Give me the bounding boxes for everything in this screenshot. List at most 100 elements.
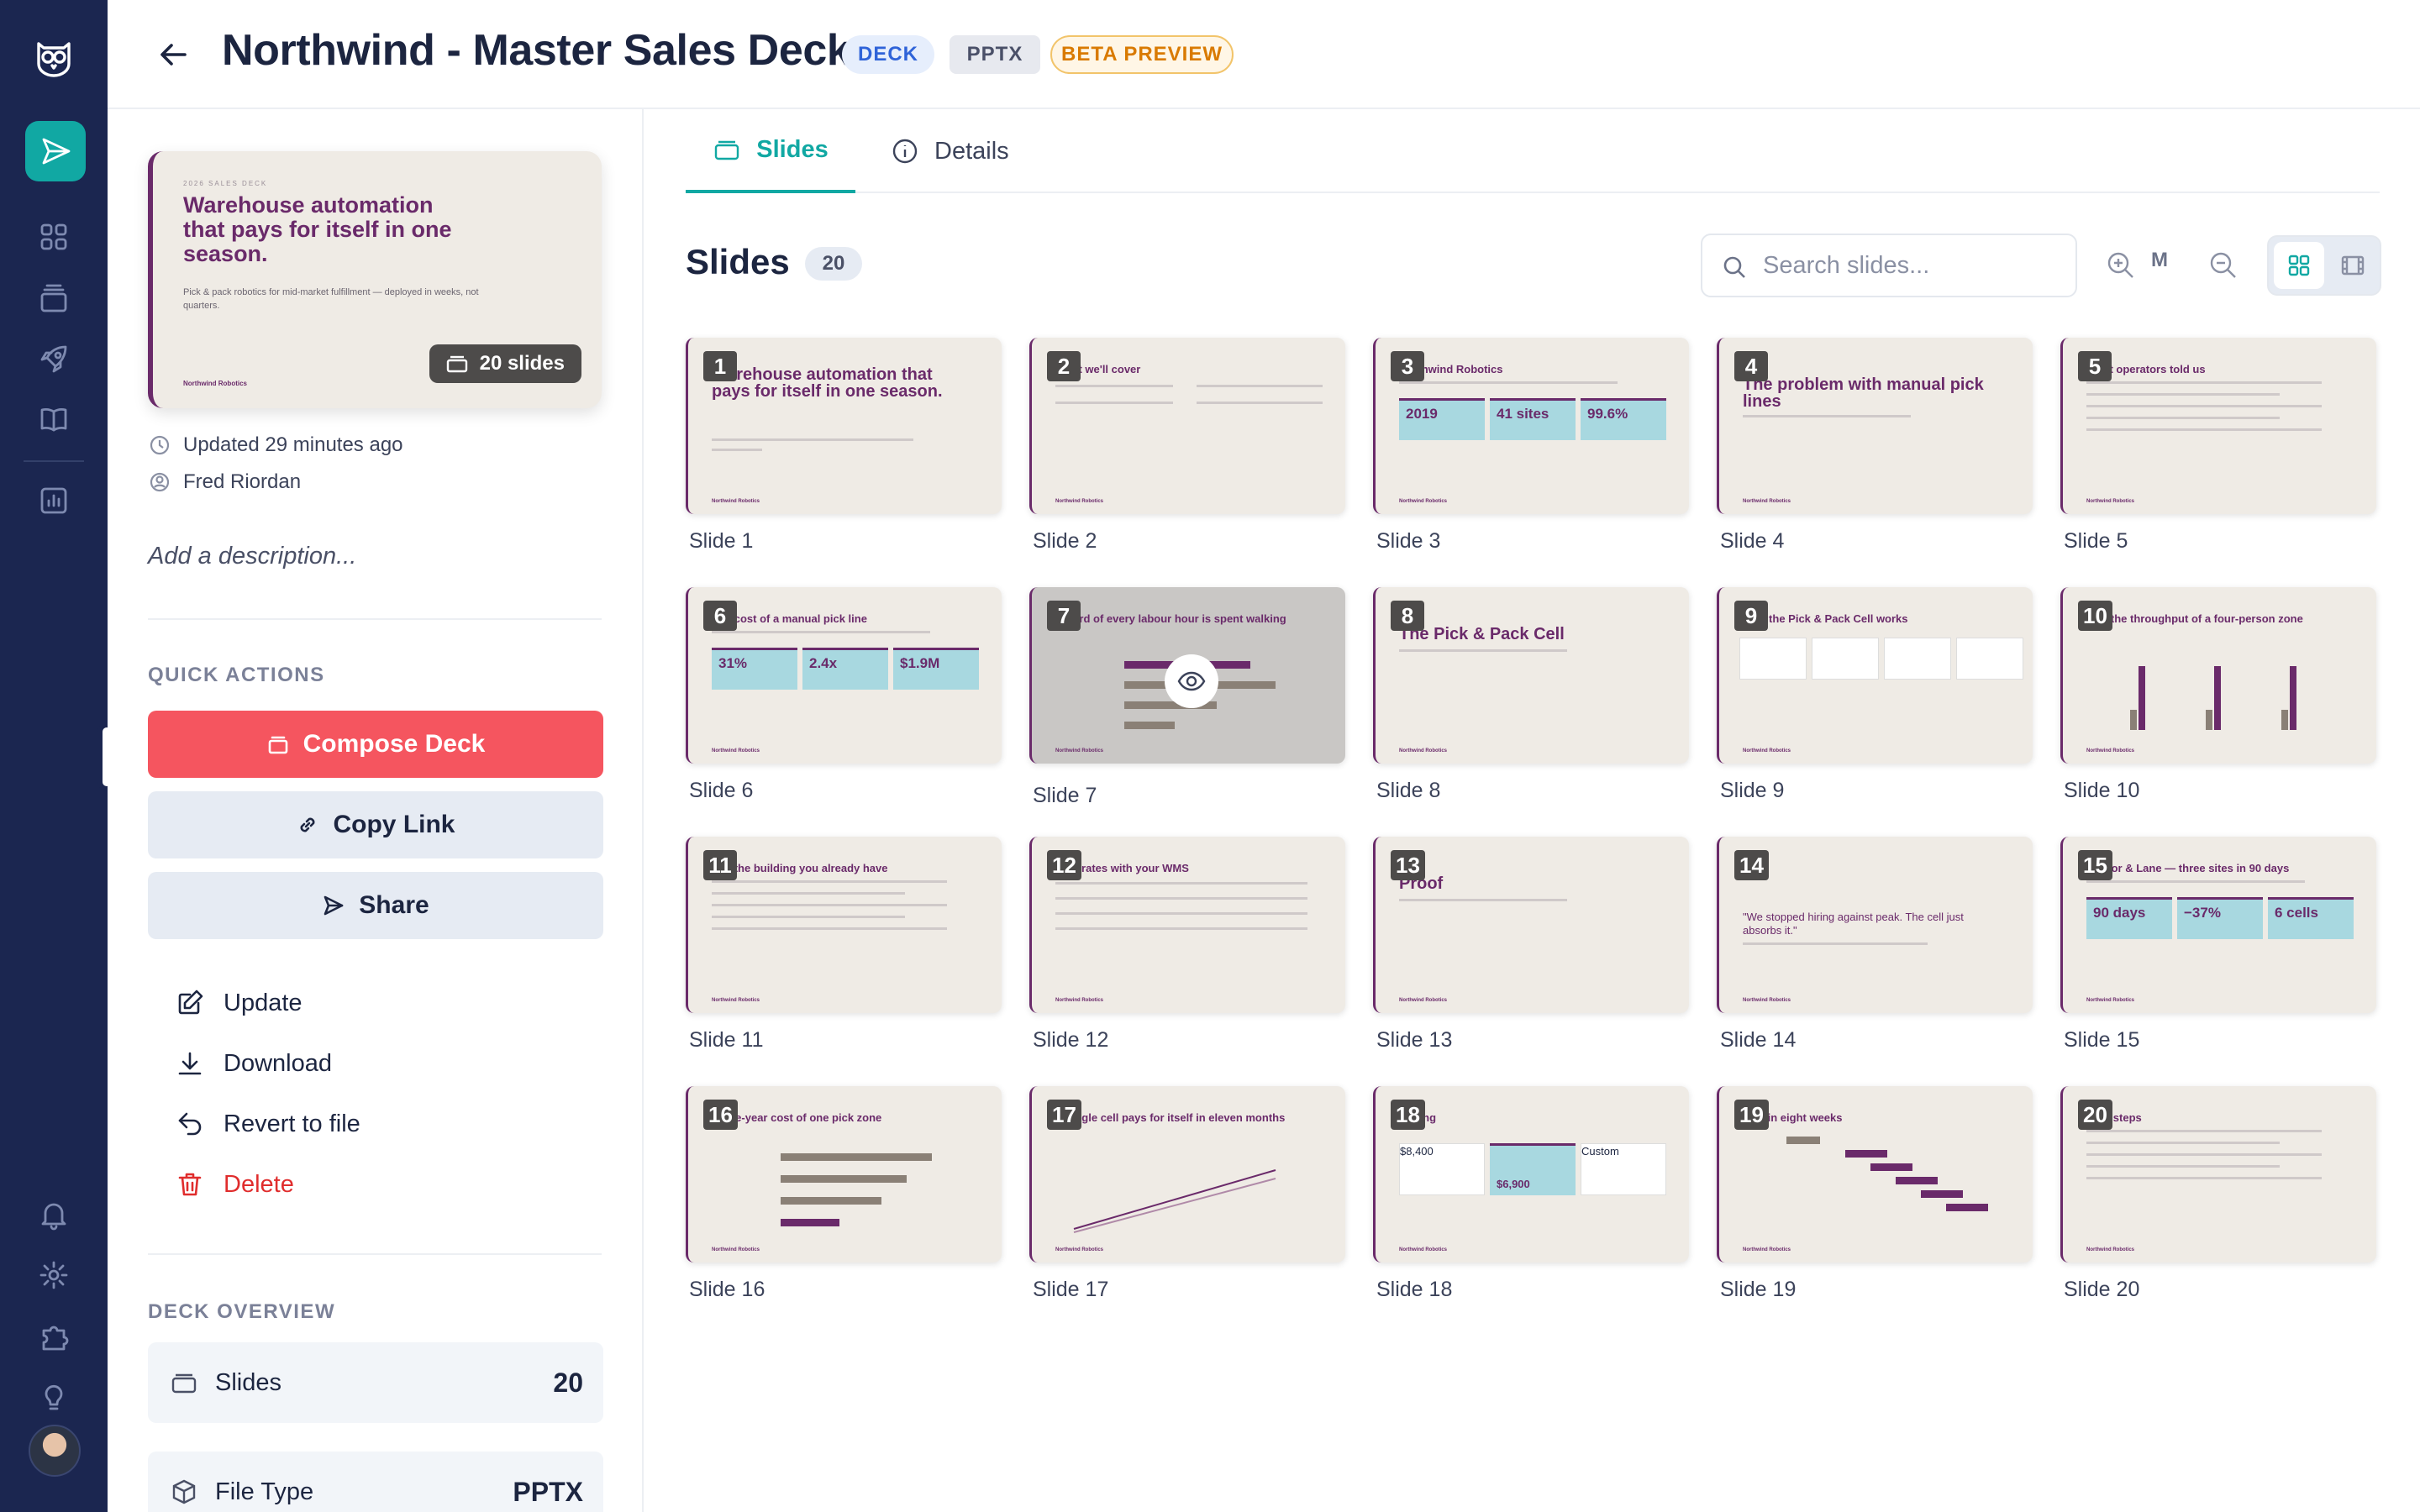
slide-thumbnail[interactable]: 9 How the Pick & Pack Cell works Northwind…	[1717, 587, 2033, 764]
slide-footer: Northwind Robotics	[1399, 998, 1447, 1003]
slide-thumbnail[interactable]: 17 A single cell pays for itself in eleve…	[1029, 1086, 1345, 1263]
slide-label: Slide 8	[1376, 779, 1441, 802]
slide-label: Slide 1	[689, 529, 754, 553]
slide-number-badge: 5	[2078, 351, 2112, 381]
update-action[interactable]: Update	[175, 988, 302, 1018]
grid-nav-icon[interactable]	[35, 218, 72, 255]
slide-bar-mark	[1870, 1163, 1912, 1171]
send-nav-icon[interactable]	[25, 121, 86, 181]
slide-thumbnail[interactable]: 15 Harbor & Lane — three sites in 90 days…	[2060, 837, 2376, 1013]
slide-number-badge: 13	[1391, 850, 1425, 880]
slide-bar-mark	[1896, 1177, 1938, 1184]
settings-gear-icon[interactable]	[35, 1257, 72, 1294]
bell-icon[interactable]	[35, 1196, 72, 1233]
slide-thumbnail[interactable]: 20 Next steps Northwind Robotics	[2060, 1086, 2376, 1263]
user-avatar[interactable]	[29, 1425, 81, 1477]
slide-footer: Northwind Robotics	[1055, 499, 1103, 504]
slide-title: What operators told us	[2086, 363, 2206, 375]
puzzle-icon[interactable]	[35, 1317, 72, 1354]
slide-bar-mark	[781, 1153, 932, 1161]
revert-action[interactable]: Revert to file	[175, 1109, 360, 1139]
slide-stat-value: 99.6%	[1587, 406, 1628, 422]
slide-text-line	[2086, 880, 2305, 883]
slide-footer: Northwind Robotics	[2086, 748, 2134, 753]
description-field[interactable]: Add a description...	[148, 543, 356, 570]
slide-bar-mark	[781, 1197, 881, 1205]
tab-slides-label: Slides	[756, 135, 829, 163]
stack-nav-icon[interactable]	[35, 281, 72, 318]
slide-stat-box: $8,400	[1399, 1143, 1485, 1195]
slide-thumbnail[interactable]: 11 Fits the building you already have Nort…	[686, 837, 1002, 1013]
slide-bar-mark	[2206, 710, 2212, 730]
rocket-nav-icon[interactable]	[35, 341, 72, 378]
book-nav-icon[interactable]	[35, 402, 72, 438]
search-slides-input[interactable]: Search slides...	[1701, 234, 2077, 297]
film-icon	[2341, 255, 2365, 276]
tab-slides[interactable]: Slides	[686, 109, 855, 193]
user-icon	[150, 472, 170, 492]
slide-thumbnail[interactable]: 14 "We stopped hiring against peak. The c…	[1717, 837, 2033, 1013]
owl-logo-icon[interactable]	[30, 34, 77, 81]
slide-text-line	[2086, 405, 2322, 407]
slide-text-line	[712, 631, 930, 633]
delete-action[interactable]: Delete	[175, 1169, 294, 1200]
back-arrow-icon[interactable]	[153, 34, 195, 76]
slide-number-badge: 4	[1734, 351, 1768, 381]
grid-view-button[interactable]	[2274, 242, 2324, 289]
zoom-in-icon[interactable]	[2102, 247, 2139, 284]
slide-thumbnail[interactable]: 16 Three-year cost of one pick zone Northw…	[686, 1086, 1002, 1263]
filmstrip-view-button[interactable]	[2329, 242, 2376, 289]
slides-main: Slides Details Slides 20 Search slides..…	[645, 109, 2420, 1512]
slide-title: How the Pick & Pack Cell works	[1743, 612, 1908, 625]
slide-thumbnail[interactable]: 1 Warehouse automation that pays for itse…	[686, 338, 1002, 514]
download-action[interactable]: Download	[175, 1048, 332, 1079]
slide-text-line	[2086, 1153, 2322, 1156]
slide-thumbnail[interactable]: 5 What operators told us Northwind Robotic…	[2060, 338, 2376, 514]
compose-deck-button[interactable]: Compose Deck	[148, 711, 603, 778]
slide-thumbnail[interactable]: 8 The Pick & Pack Cell Northwind Robotics	[1373, 587, 1689, 764]
slide-thumbnail[interactable]: 10 2.7x the throughput of a four-person z…	[2060, 587, 2376, 764]
slide-thumbnail[interactable]: 6 The cost of a manual pick line 31% 2.4x $1…	[686, 587, 1002, 764]
zoom-level[interactable]: M	[2151, 249, 2168, 272]
slide-thumbnail[interactable]: 18Pricing $8,400 $6,900 Custom Northwind Rob…	[1373, 1086, 1689, 1263]
slide-text-line	[2086, 1130, 2322, 1132]
slide-stat-value: $1.9M	[900, 655, 940, 671]
slide-label: Slide 11	[689, 1028, 764, 1052]
slide-thumbnail[interactable]: 12 Integrates with your WMS Northwind Robo…	[1029, 837, 1345, 1013]
slide-stat-value: 90 days	[2093, 905, 2146, 921]
slide-thumbnail[interactable]: 19 Live in eight weeks Northwind Robotics	[1717, 1086, 2033, 1263]
beta-preview-badge: BETA PREVIEW	[1050, 35, 1234, 74]
cover-footer: Northwind Robotics	[183, 380, 247, 387]
slide-text-line	[1399, 899, 1567, 901]
update-label: Update	[224, 989, 302, 1016]
slide-thumbnail[interactable]: 3 Northwind Robotics 2019 41 sites 99.6% Nort…	[1373, 338, 1689, 514]
slide-thumbnail[interactable]: 2 What we'll cover Northwind Robotics	[1029, 338, 1345, 514]
lightbulb-icon[interactable]	[35, 1378, 72, 1415]
slide-thumbnail[interactable]: 13 Proof Northwind Robotics	[1373, 837, 1689, 1013]
slide-line-chart	[1073, 1169, 1276, 1233]
updated-meta: Updated 29 minutes ago	[148, 433, 403, 457]
tab-details[interactable]: Details	[891, 109, 1009, 193]
deck-overview-heading: DECK OVERVIEW	[148, 1300, 336, 1323]
copy-link-button[interactable]: Copy Link	[148, 791, 603, 858]
slide-count-label: 20 slides	[479, 352, 565, 375]
slide-stat-value: Custom	[1581, 1145, 1619, 1158]
share-button[interactable]: Share	[148, 872, 603, 939]
slide-number-badge: 3	[1391, 351, 1424, 381]
slide-text-line	[1197, 402, 1323, 404]
slide-stat-box: 2.4x	[802, 648, 888, 690]
slide-count-chip: 20 slides	[429, 344, 581, 383]
slide-number-badge: 1	[703, 351, 737, 381]
slide-text-line	[1197, 385, 1323, 387]
slide-text-line	[2086, 393, 2280, 396]
slide-stat-box: $6,900	[1490, 1143, 1576, 1195]
preview-eye-icon[interactable]	[1165, 654, 1218, 708]
slide-label: Slide 9	[1720, 779, 1785, 802]
slide-thumbnail[interactable]: 4 The problem with manual pick lines North…	[1717, 338, 2033, 514]
slide-text-line	[1055, 385, 1173, 387]
deck-cover-preview[interactable]: 2026 SALES DECK Warehouse automation tha…	[148, 151, 602, 408]
zoom-out-icon[interactable]	[2205, 247, 2242, 284]
analytics-nav-icon[interactable]	[35, 482, 72, 519]
tab-details-label: Details	[934, 137, 1009, 165]
slide-thumbnail[interactable]: 7A third of every labour hour is spent w…	[1029, 587, 1345, 764]
